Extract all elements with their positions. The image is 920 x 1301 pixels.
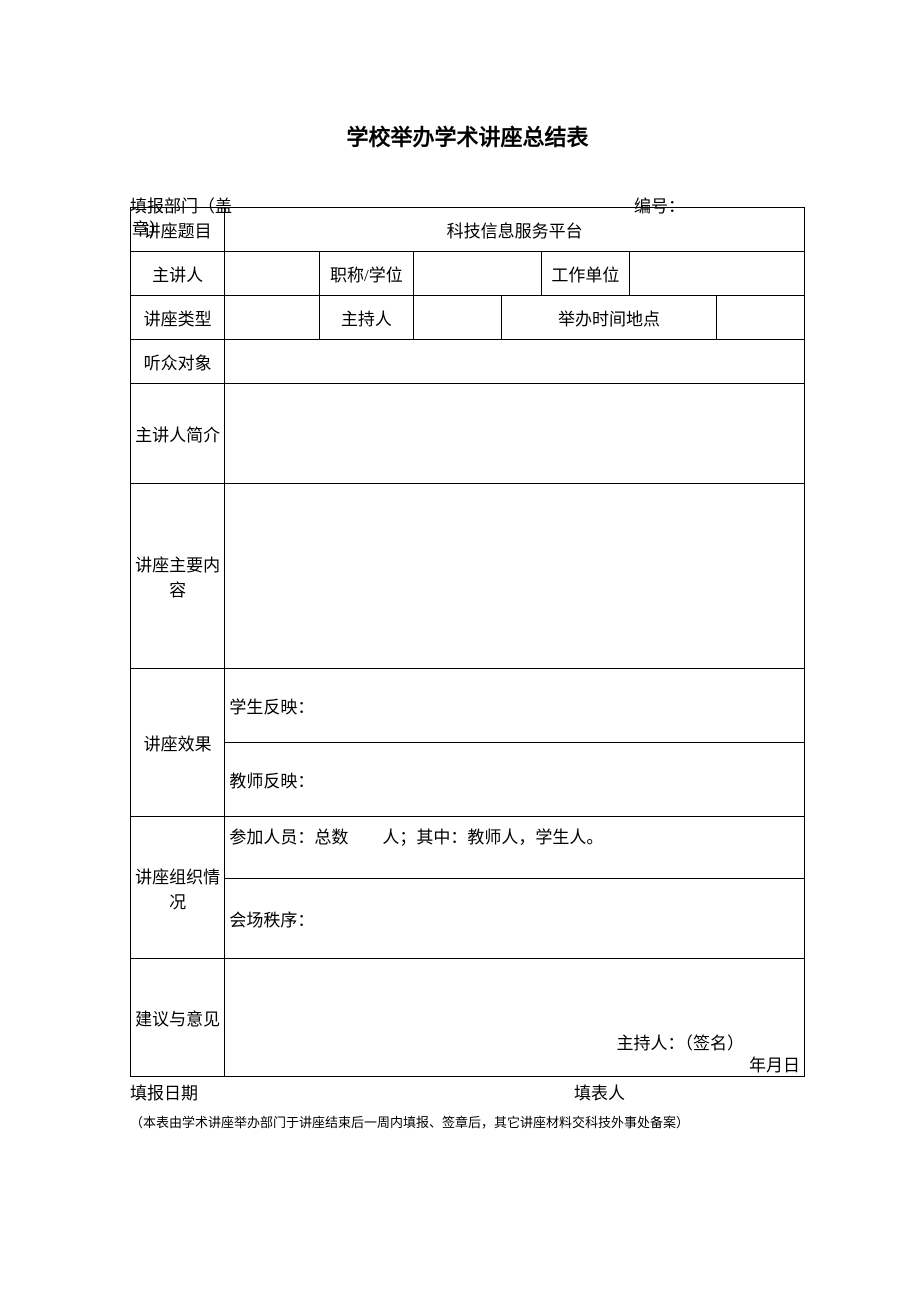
audience-value: [225, 340, 805, 384]
bio-value: [225, 384, 805, 484]
table-row: 建议与意见 主持人：（签名） 年月日: [131, 959, 805, 1077]
teacher-feedback: 教师反映：: [225, 743, 805, 817]
filler-label: 填表人: [574, 1079, 805, 1104]
table-row: 讲座组织情况 参加人员：总数 人；其中：教师人，学生人。: [131, 817, 805, 879]
table-row: 教师反映：: [131, 743, 805, 817]
content-label: 讲座主要内容: [131, 484, 225, 669]
header-row: 填报部门（盖 编号：: [130, 192, 805, 217]
dept-label: 填报部门（盖: [130, 192, 634, 217]
bio-label: 主讲人简介: [131, 384, 225, 484]
fill-date-label: 填报日期: [130, 1079, 574, 1104]
table-row: 讲座类型 主持人 举办时间地点: [131, 296, 805, 340]
type-value: [225, 296, 319, 340]
number-label: 编号：: [634, 192, 805, 217]
timeplace-value: [717, 296, 805, 340]
title-degree-value: [414, 252, 542, 296]
table-row: 主讲人简介: [131, 384, 805, 484]
student-feedback: 学生反映：: [225, 669, 805, 743]
speaker-label: 主讲人: [131, 252, 225, 296]
table-row: 听众对象: [131, 340, 805, 384]
org-label: 讲座组织情况: [131, 817, 225, 959]
table-row: 讲座效果 学生反映：: [131, 669, 805, 743]
page-title: 学校举办学术讲座总结表: [130, 120, 805, 152]
speaker-value: [225, 252, 319, 296]
order-text: 会场秩序：: [225, 879, 805, 959]
table-row: 主讲人 职称/学位 工作单位: [131, 252, 805, 296]
suggest-value: 主持人：（签名） 年月日: [225, 959, 805, 1077]
audience-label: 听众对象: [131, 340, 225, 384]
sign-label: 主持人：（签名）: [617, 1029, 745, 1054]
table-row: 讲座主要内容: [131, 484, 805, 669]
workplace-value: [629, 252, 804, 296]
summary-table: 讲座题目 科技信息服务平台 主讲人 职称/学位 工作单位 讲座类型 主持人 举办…: [130, 207, 805, 1077]
type-label: 讲座类型: [131, 296, 225, 340]
host-label: 主持人: [319, 296, 413, 340]
content-value: [225, 484, 805, 669]
suggest-label: 建议与意见: [131, 959, 225, 1077]
table-row: 会场秩序：: [131, 879, 805, 959]
footer-row: 填报日期 填表人: [130, 1079, 805, 1104]
host-value: [414, 296, 502, 340]
date-label: 年月日: [749, 1051, 800, 1076]
attendance-text: 参加人员：总数 人；其中：教师人，学生人。: [225, 817, 805, 879]
timeplace-label: 举办时间地点: [501, 296, 717, 340]
dept-label-line2: 章）: [132, 219, 166, 241]
title-degree-label: 职称/学位: [319, 252, 413, 296]
footnote: （本表由学术讲座举办部门于讲座结束后一周内填报、签章后，其它讲座材料交科技外事处…: [130, 1112, 805, 1131]
workplace-label: 工作单位: [542, 252, 630, 296]
effect-label: 讲座效果: [131, 669, 225, 817]
